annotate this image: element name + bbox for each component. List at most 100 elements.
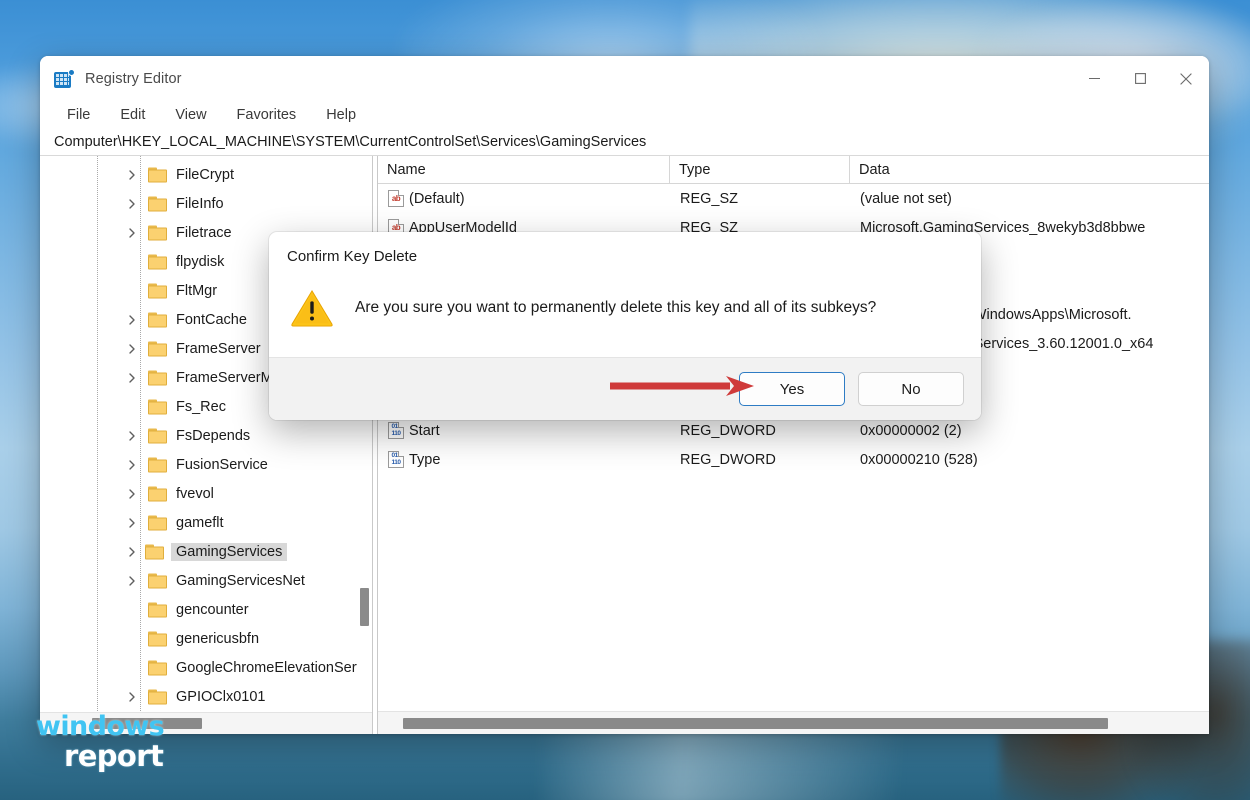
tree-item-filecrypt[interactable]: FileCrypt (40, 160, 372, 189)
chevron-right-icon[interactable] (126, 198, 138, 210)
tree-item-label: fvevol (176, 485, 214, 502)
column-header-name[interactable]: Name (378, 156, 670, 183)
chevron-right-icon[interactable] (126, 372, 138, 384)
tree-item-label: FileCrypt (176, 166, 235, 183)
close-button[interactable] (1163, 56, 1209, 101)
value-name: (Default) (409, 190, 465, 207)
chevron-right-icon[interactable] (126, 488, 138, 500)
value-type: REG_DWORD (680, 451, 776, 468)
maximize-button[interactable] (1117, 56, 1163, 101)
chevron-right-icon[interactable] (126, 575, 138, 587)
menu-help[interactable]: Help (313, 105, 369, 125)
chevron-right-icon[interactable] (126, 459, 138, 471)
folder-icon (148, 254, 167, 269)
tree-item-label: GPIOClx0101 (176, 688, 266, 705)
no-button[interactable]: No (858, 372, 964, 406)
tree-item-gpioclx0101[interactable]: GPIOClx0101 (40, 682, 372, 711)
tree-item-gencounter[interactable]: gencounter (40, 595, 372, 624)
folder-icon (148, 370, 167, 385)
registry-editor-icon (54, 68, 75, 89)
folder-icon (148, 631, 167, 646)
tree-item-fileinfo[interactable]: FileInfo (40, 189, 372, 218)
dialog-message: Are you sure you want to permanently del… (355, 299, 877, 316)
folder-icon (148, 689, 167, 704)
folder-icon (148, 399, 167, 414)
folder-icon (148, 312, 167, 327)
values-column-header: Name Type Data (378, 156, 1209, 184)
tree-item-gameflt[interactable]: gameflt (40, 508, 372, 537)
values-horizontal-scrollbar-thumb[interactable] (403, 718, 1108, 729)
menu-edit[interactable]: Edit (107, 105, 158, 125)
folder-icon (148, 341, 167, 356)
value-row[interactable]: ab (Default) REG_SZ (value not set) (378, 184, 1209, 213)
tree-item-label: GoogleChromeElevationService (176, 659, 372, 676)
tree-item-label: gencounter (176, 601, 249, 618)
folder-icon (148, 660, 167, 675)
menu-favorites[interactable]: Favorites (224, 105, 310, 125)
tree-item-fusionservice[interactable]: FusionService (40, 450, 372, 479)
chevron-right-icon[interactable] (126, 430, 138, 442)
value-data: 0x00000002 (2) (860, 422, 962, 439)
tree-item-label: genericusbfn (176, 630, 260, 647)
chevron-right-icon[interactable] (126, 691, 138, 703)
yes-button[interactable]: Yes (739, 372, 845, 406)
chevron-right-icon[interactable] (126, 227, 138, 239)
tree-item-fvevol[interactable]: fvevol (40, 479, 372, 508)
value-name: Start (409, 422, 440, 439)
tree-item-googlechromeelevationservice[interactable]: GoogleChromeElevationService (40, 653, 372, 682)
column-header-data[interactable]: Data (850, 156, 1209, 183)
value-row[interactable]: 011 110 Start REG_DWORD 0x00000002 (2) (378, 416, 1209, 445)
tree-item-label: FsDepends (176, 427, 251, 444)
values-vertical-scrollbar[interactable] (1202, 184, 1209, 711)
dialog-title: Confirm Key Delete (287, 248, 418, 265)
chevron-right-icon[interactable] (126, 343, 138, 355)
folder-icon (148, 225, 167, 240)
tree-vertical-scrollbar-thumb[interactable] (360, 588, 369, 626)
tree-horizontal-scrollbar[interactable] (40, 712, 372, 734)
folder-icon (148, 167, 167, 182)
watermark-line-2: report (64, 739, 164, 773)
dword-value-icon: 011110 (383, 422, 409, 439)
tree-item-label: FrameServer (176, 340, 261, 357)
tree-item-label: Filetrace (176, 224, 232, 241)
warning-triangle-icon (291, 289, 333, 327)
folder-icon (148, 283, 167, 298)
tree-horizontal-scrollbar-thumb[interactable] (92, 718, 202, 729)
tree-item-label: GamingServices (171, 542, 288, 561)
dword-value-icon: 011110 (383, 451, 409, 468)
folder-icon (148, 196, 167, 211)
chevron-right-icon[interactable] (126, 314, 138, 326)
maximize-icon (1134, 73, 1146, 84)
folder-icon (148, 428, 167, 443)
folder-icon (148, 573, 167, 588)
menu-view[interactable]: View (162, 105, 219, 125)
value-name: Type (409, 451, 441, 468)
desktop-background: Registry Editor File Edit View Favorites… (0, 0, 1250, 800)
chevron-right-icon[interactable] (126, 169, 138, 181)
minimize-button[interactable] (1071, 56, 1117, 101)
values-horizontal-scrollbar[interactable] (378, 711, 1209, 734)
chevron-right-icon[interactable] (126, 546, 138, 558)
window-title: Registry Editor (85, 70, 182, 87)
address-bar[interactable]: Computer\HKEY_LOCAL_MACHINE\SYSTEM\Curre… (40, 129, 1209, 156)
titlebar[interactable]: Registry Editor (40, 56, 1209, 101)
tree-item-gamingservicesnet[interactable]: GamingServicesNet (40, 566, 372, 595)
dialog-content: Are you sure you want to permanently del… (269, 265, 981, 357)
folder-icon (148, 515, 167, 530)
chevron-right-icon[interactable] (126, 517, 138, 529)
tree-item-gamingservices[interactable]: GamingServices (40, 537, 372, 566)
tree-item-label: GamingServicesNet (176, 572, 305, 589)
tree-item-label: flpydisk (176, 253, 225, 270)
value-data: 0x00000210 (528) (860, 451, 978, 468)
tree-item-label: Fs_Rec (176, 398, 226, 415)
window-controls (1071, 56, 1209, 101)
column-header-type[interactable]: Type (670, 156, 850, 183)
folder-icon (148, 457, 167, 472)
folder-icon (148, 486, 167, 501)
value-type: REG_SZ (680, 190, 739, 207)
value-row[interactable]: 011 110 Type REG_DWORD 0x00000210 (528) (378, 445, 1209, 474)
menu-file[interactable]: File (54, 105, 103, 125)
folder-icon (145, 544, 164, 559)
tree-item-fsdepends[interactable]: FsDepends (40, 421, 372, 450)
tree-item-genericusbfn[interactable]: genericusbfn (40, 624, 372, 653)
